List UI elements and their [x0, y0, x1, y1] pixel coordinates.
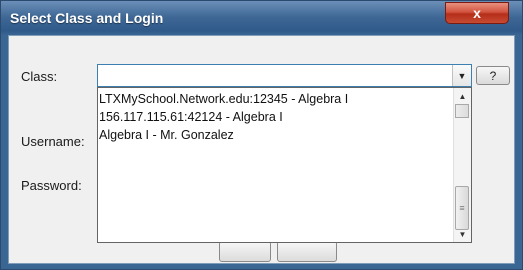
dropdown-scrollbar[interactable]: ▲ ≡ ▼: [453, 88, 471, 242]
dialog-body: Class: Username: Password: ▼ ? LTXMyScho…: [8, 35, 515, 264]
help-button[interactable]: ?: [476, 66, 510, 85]
class-option[interactable]: LTXMySchool.Network.edu:12345 - Algebra …: [98, 90, 348, 108]
class-combobox[interactable]: ▼: [97, 64, 472, 87]
class-option[interactable]: 156.117.115.61:42124 - Algebra I: [98, 108, 348, 126]
close-icon: x: [473, 5, 481, 21]
cancel-button[interactable]: [277, 241, 337, 262]
login-button[interactable]: [219, 241, 271, 262]
scroll-up-icon[interactable]: ▲: [454, 88, 471, 104]
close-button[interactable]: x: [445, 2, 509, 24]
class-label: Class:: [21, 69, 58, 84]
title-bar[interactable]: Select Class and Login x: [1, 1, 522, 35]
combobox-dropdown-button[interactable]: ▼: [452, 65, 471, 86]
scrollbar-track-segment: [455, 104, 469, 118]
class-dropdown-list: LTXMySchool.Network.edu:12345 - Algebra …: [97, 87, 472, 243]
chevron-down-icon: ▼: [457, 70, 467, 81]
scrollbar-thumb[interactable]: ≡: [455, 186, 469, 230]
username-label: Username:: [21, 134, 85, 149]
scroll-down-icon[interactable]: ▼: [454, 226, 471, 242]
class-options: LTXMySchool.Network.edu:12345 - Algebra …: [98, 90, 348, 144]
dialog-title: Select Class and Login: [10, 10, 164, 26]
password-label: Password:: [21, 178, 82, 193]
help-button-label: ?: [489, 68, 497, 83]
class-option[interactable]: Algebra I - Mr. Gonzalez: [98, 126, 348, 144]
select-class-login-dialog: Select Class and Login x Class: Username…: [0, 0, 523, 270]
